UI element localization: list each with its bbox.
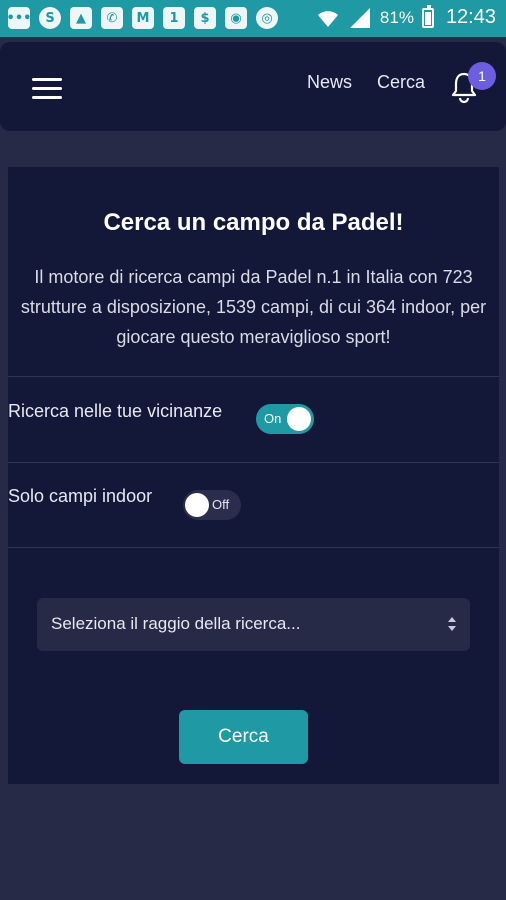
status-bar: ••• S ▲ ✆ M 1 $ ◉ ◎ 81% 12:43 [0,0,506,37]
divider [8,547,499,548]
mail-icon: M [132,7,154,29]
page-description: Il motore di ricerca campi da Padel n.1 … [20,267,487,347]
battery-icon [421,4,434,28]
indoor-only-label: Solo campi indoor [8,486,153,506]
navbar: News Cerca [0,42,506,131]
battery-percentage: 81% [379,7,414,27]
wifi-icon [317,10,338,27]
chat-bubble-icon: ••• [7,7,31,29]
radius-select-value: Seleziona il raggio della ricerca... [51,614,301,633]
nearby-search-label: Ricerca nelle tue vicinanze [8,401,223,421]
page-title: Cerca un campo da Padel! [103,209,404,236]
menu-icon[interactable] [32,78,62,100]
toggle-knob [185,493,209,517]
image-icon: ▲ [70,7,92,29]
calendar-icon: 1 [163,7,185,29]
system-status: 81% 12:43 [316,4,496,29]
toggle-state-label: On [264,411,282,426]
nearby-search-toggle[interactable]: On [256,404,314,434]
missed-call-icon: ✆ [101,7,123,29]
search-card: Cerca un campo da Padel! Il motore di ri… [8,167,499,784]
divider [8,376,499,377]
skype-icon: S [39,7,61,29]
divider [8,462,499,463]
nav-link-news[interactable]: News [307,72,352,93]
signal-icon [349,7,370,28]
toggle-knob [287,407,311,431]
chrome-icon: ◎ [256,7,278,29]
indoor-only-toggle[interactable]: Off [183,490,241,520]
clock: 12:43 [445,6,496,28]
radius-select[interactable]: Seleziona il raggio della ricerca... [37,598,470,651]
android-icon: ◉ [225,7,247,29]
search-button[interactable]: Cerca [179,710,308,764]
notification-badge[interactable]: 1 [468,62,496,90]
select-arrows-icon [448,617,456,631]
nav-link-cerca[interactable]: Cerca [377,72,425,93]
notification-icons: ••• S ▲ ✆ M 1 $ ◉ ◎ [7,7,278,29]
toggle-state-label: Off [212,497,230,512]
dollar-app-icon: $ [194,7,216,29]
